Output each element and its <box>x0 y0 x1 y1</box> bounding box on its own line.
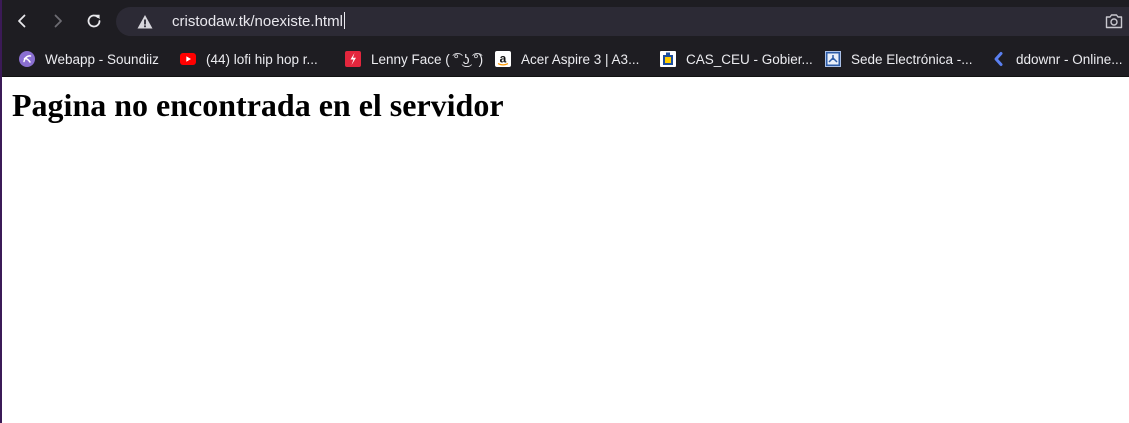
forward-button[interactable] <box>44 7 72 35</box>
sede-electronica-icon <box>825 51 841 67</box>
reload-icon <box>87 14 101 28</box>
bookmark-soundiiz[interactable]: Webapp - Soundiiz <box>19 42 159 76</box>
bookmarks-bar: Webapp - Soundiiz (44) lofi hip hop r...… <box>2 42 1129 77</box>
amazon-icon: a <box>495 51 511 67</box>
bookmark-label: Webapp - Soundiiz <box>45 51 159 67</box>
url-field[interactable]: cristodaw.tk/noexiste.html <box>172 12 345 31</box>
youtube-icon <box>180 51 196 67</box>
bookmark-acer-aspire[interactable]: a Acer Aspire 3 | A3... <box>495 42 639 76</box>
svg-text:a: a <box>500 52 507 66</box>
bookmark-label: (44) lofi hip hop r... <box>206 51 318 67</box>
ddownr-icon <box>990 51 1006 67</box>
bookmark-label: CAS_CEU - Gobier... <box>686 51 813 67</box>
back-button[interactable] <box>8 7 36 35</box>
not-secure-warning-icon[interactable] <box>136 13 154 31</box>
reload-button[interactable] <box>80 7 108 35</box>
camera-icon[interactable] <box>1105 13 1123 29</box>
browser-window: cristodaw.tk/noexiste.html Webapp - Soun… <box>0 0 1129 423</box>
bookmark-sede-electronica[interactable]: Sede Electrónica -... <box>825 42 973 76</box>
lenny-face-icon <box>345 51 361 67</box>
bookmark-label: Acer Aspire 3 | A3... <box>521 51 640 67</box>
text-caret <box>343 12 345 29</box>
canarias-icon <box>660 51 676 67</box>
soundiiz-icon <box>19 51 35 67</box>
forward-arrow-icon <box>54 14 62 28</box>
address-bar[interactable]: cristodaw.tk/noexiste.html <box>116 7 1129 36</box>
browser-toolbar: cristodaw.tk/noexiste.html <box>2 0 1129 42</box>
bookmark-label: Lenny Face ( ͡° ͜ʖ ͡°) <box>371 51 484 67</box>
url-text: cristodaw.tk/noexiste.html <box>172 13 343 30</box>
bookmark-ddownr[interactable]: ddownr - Online... <box>990 42 1123 76</box>
bookmark-cas-ceu[interactable]: CAS_CEU - Gobier... <box>660 42 813 76</box>
back-arrow-icon <box>18 14 26 28</box>
page-heading: Pagina no encontrada en el servidor <box>12 87 504 123</box>
page-content: Pagina no encontrada en el servidor <box>2 77 1129 423</box>
bookmark-label: Sede Electrónica -... <box>851 51 973 67</box>
bookmark-lenny-face[interactable]: Lenny Face ( ͡° ͜ʖ ͡°) <box>345 42 483 76</box>
bookmark-label: ddownr - Online... <box>1016 51 1123 67</box>
bookmark-youtube-lofi[interactable]: (44) lofi hip hop r... <box>180 42 318 76</box>
